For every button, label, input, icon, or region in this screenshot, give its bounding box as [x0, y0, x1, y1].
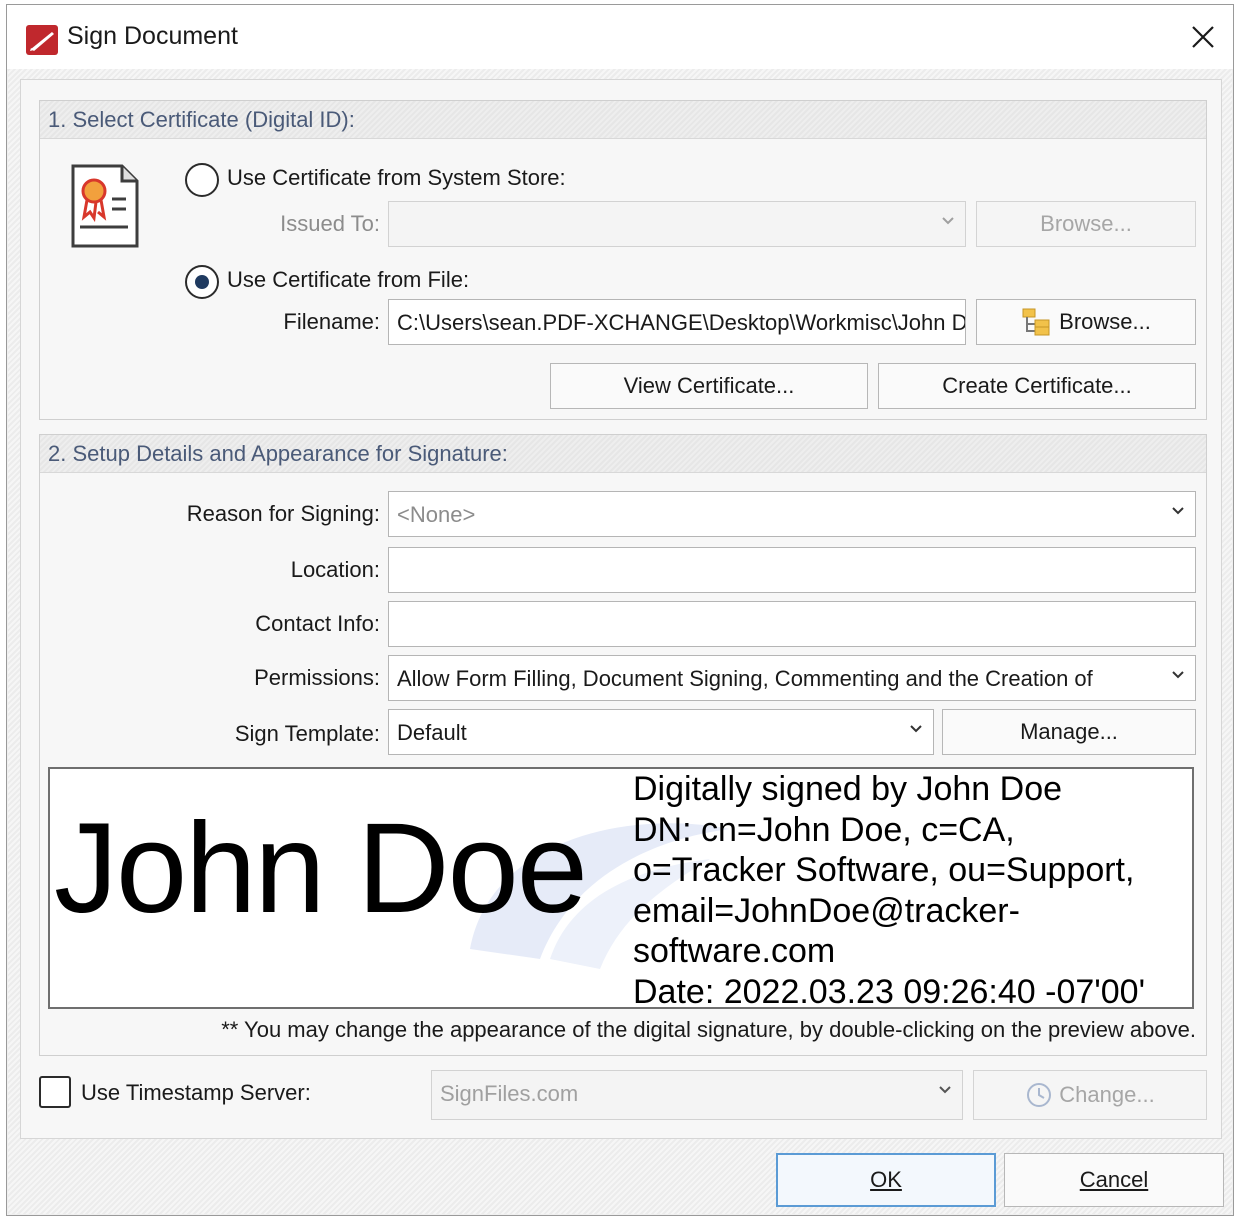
browse-label: Browse...: [1040, 211, 1132, 236]
sign-document-dialog: Sign Document 1. Select Certificate (Dig…: [6, 4, 1234, 1216]
permissions-value: Allow Form Filling, Document Signing, Co…: [397, 666, 1093, 691]
pdf-sign-app-icon: [26, 25, 58, 55]
timestamp-checkbox[interactable]: [39, 1076, 71, 1108]
close-icon: [1192, 26, 1214, 48]
system-store-label: Use Certificate from System Store:: [227, 165, 566, 190]
change-label: Change...: [1059, 1082, 1155, 1107]
filename-value: C:\Users\sean.PDF-XCHANGE\Desktop\Workmi…: [397, 310, 966, 335]
signature-detail-line: email=JohnDoe@tracker-: [633, 891, 1020, 930]
appearance-note: ** You may change the appearance of the …: [221, 1017, 1196, 1042]
template-value: Default: [397, 720, 467, 745]
contact-input[interactable]: [388, 601, 1196, 647]
permissions-select[interactable]: Allow Form Filling, Document Signing, Co…: [388, 655, 1196, 701]
create-certificate-button[interactable]: Create Certificate...: [878, 363, 1196, 409]
manage-templates-button[interactable]: Manage...: [942, 709, 1196, 755]
permissions-label: Permissions:: [254, 665, 380, 690]
signature-details: Digitally signed by John Doe DN: cn=John…: [633, 769, 1192, 1009]
timestamp-label: Use Timestamp Server:: [81, 1080, 311, 1105]
signature-detail-line: DN: cn=John Doe, c=CA,: [633, 810, 1015, 849]
content-panel: 1. Select Certificate (Digital ID): Use …: [20, 79, 1222, 1139]
browse-label: Browse...: [1059, 309, 1151, 334]
filename-input[interactable]: C:\Users\sean.PDF-XCHANGE\Desktop\Workmi…: [388, 299, 966, 345]
create-certificate-label: Create Certificate...: [942, 373, 1132, 398]
issued-to-label: Issued To:: [280, 211, 380, 236]
browse-system-store-button[interactable]: Browse...: [976, 201, 1196, 247]
chevron-down-icon: [939, 1086, 951, 1094]
signature-name: John Doe: [54, 797, 588, 940]
template-label: Sign Template:: [234, 721, 380, 746]
reason-value: <None>: [397, 502, 476, 527]
timestamp-server-value: SignFiles.com: [440, 1081, 579, 1106]
reason-label: Reason for Signing:: [186, 501, 380, 526]
title-bar: Sign Document: [7, 5, 1233, 69]
chevron-down-icon: [1172, 507, 1184, 515]
signature-detail-line: software.com: [633, 932, 836, 970]
location-label: Location:: [290, 557, 380, 582]
cancel-label: Cancel: [1079, 1167, 1149, 1192]
filename-label: Filename:: [283, 309, 380, 334]
contact-label: Contact Info:: [255, 611, 380, 636]
change-timestamp-button[interactable]: Change...: [973, 1070, 1207, 1120]
ok-label: OK: [870, 1167, 902, 1192]
issued-to-select[interactable]: [388, 201, 966, 247]
ok-button[interactable]: OK: [776, 1153, 996, 1207]
view-certificate-button[interactable]: View Certificate...: [550, 363, 868, 409]
cancel-button[interactable]: Cancel: [1004, 1153, 1224, 1207]
template-select[interactable]: Default: [388, 709, 934, 755]
chevron-down-icon: [910, 725, 922, 733]
view-certificate-label: View Certificate...: [623, 373, 795, 398]
folder-tree-icon: [1022, 308, 1050, 336]
signature-details-group: 2. Setup Details and Appearance for Sign…: [39, 434, 1207, 1056]
timestamp-server-select[interactable]: SignFiles.com: [431, 1070, 963, 1120]
location-input[interactable]: [388, 547, 1196, 593]
browse-file-button[interactable]: Browse...: [976, 299, 1196, 345]
from-file-radio[interactable]: [185, 265, 219, 299]
section-header: 2. Setup Details and Appearance for Sign…: [40, 435, 1206, 473]
system-store-radio[interactable]: [185, 163, 219, 197]
reason-select[interactable]: <None>: [388, 491, 1196, 537]
chevron-down-icon: [1172, 671, 1184, 679]
manage-label: Manage...: [1020, 719, 1118, 744]
signature-detail-line: Digitally signed by John Doe: [633, 770, 1063, 808]
select-certificate-group: 1. Select Certificate (Digital ID): Use …: [39, 100, 1207, 420]
dialog-body: 1. Select Certificate (Digital ID): Use …: [8, 69, 1232, 1214]
window-title: Sign Document: [67, 22, 238, 50]
signature-detail-line: o=Tracker Software, ou=Support,: [633, 851, 1135, 889]
certificate-icon: [71, 164, 139, 248]
from-file-label: Use Certificate from File:: [227, 267, 470, 292]
signature-detail-line: Date: 2022.03.23 09:26:40 -07'00': [633, 972, 1146, 1009]
chevron-down-icon: [942, 217, 954, 225]
signature-preview[interactable]: John Doe Digitally signed by John Doe DN…: [48, 767, 1194, 1009]
section-header: 1. Select Certificate (Digital ID):: [40, 101, 1206, 139]
close-button[interactable]: [1181, 15, 1225, 59]
clock-icon: [1027, 1083, 1052, 1107]
